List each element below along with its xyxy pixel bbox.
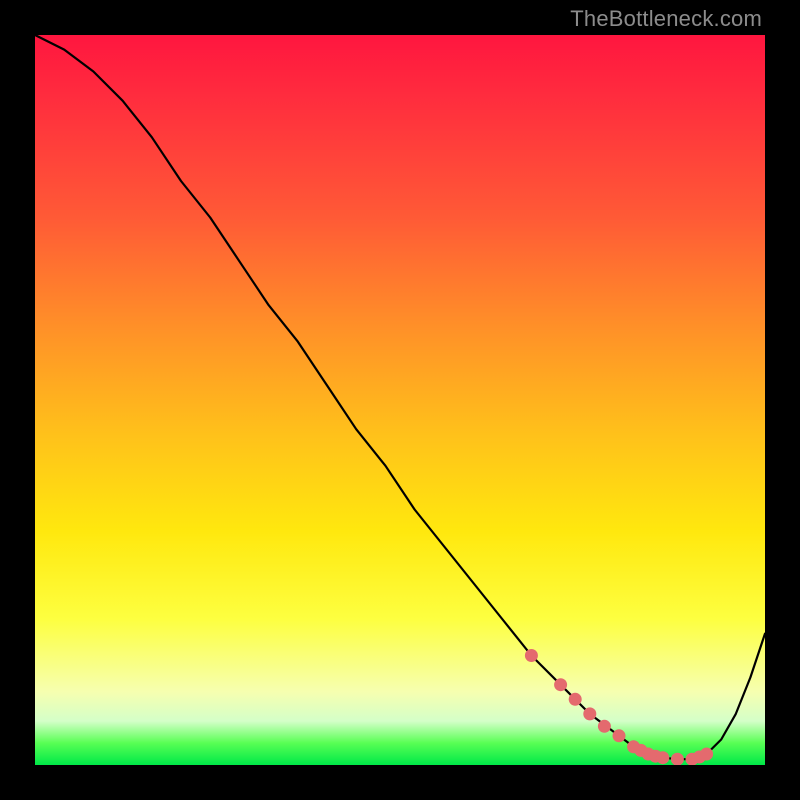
bottleneck-curve bbox=[35, 35, 765, 759]
marker-dot bbox=[583, 707, 596, 720]
marker-dot bbox=[613, 729, 626, 742]
chart-frame: TheBottleneck.com bbox=[0, 0, 800, 800]
watermark-text: TheBottleneck.com bbox=[570, 6, 762, 32]
marker-dot bbox=[671, 753, 684, 765]
marker-dot bbox=[598, 720, 611, 733]
marker-dot bbox=[569, 693, 582, 706]
marker-dot bbox=[554, 678, 567, 691]
chart-overlay-svg bbox=[35, 35, 765, 765]
marker-dot bbox=[656, 751, 669, 764]
plot-area bbox=[35, 35, 765, 765]
marker-dot bbox=[525, 649, 538, 662]
marker-dot bbox=[700, 748, 713, 761]
marker-group bbox=[525, 649, 713, 765]
